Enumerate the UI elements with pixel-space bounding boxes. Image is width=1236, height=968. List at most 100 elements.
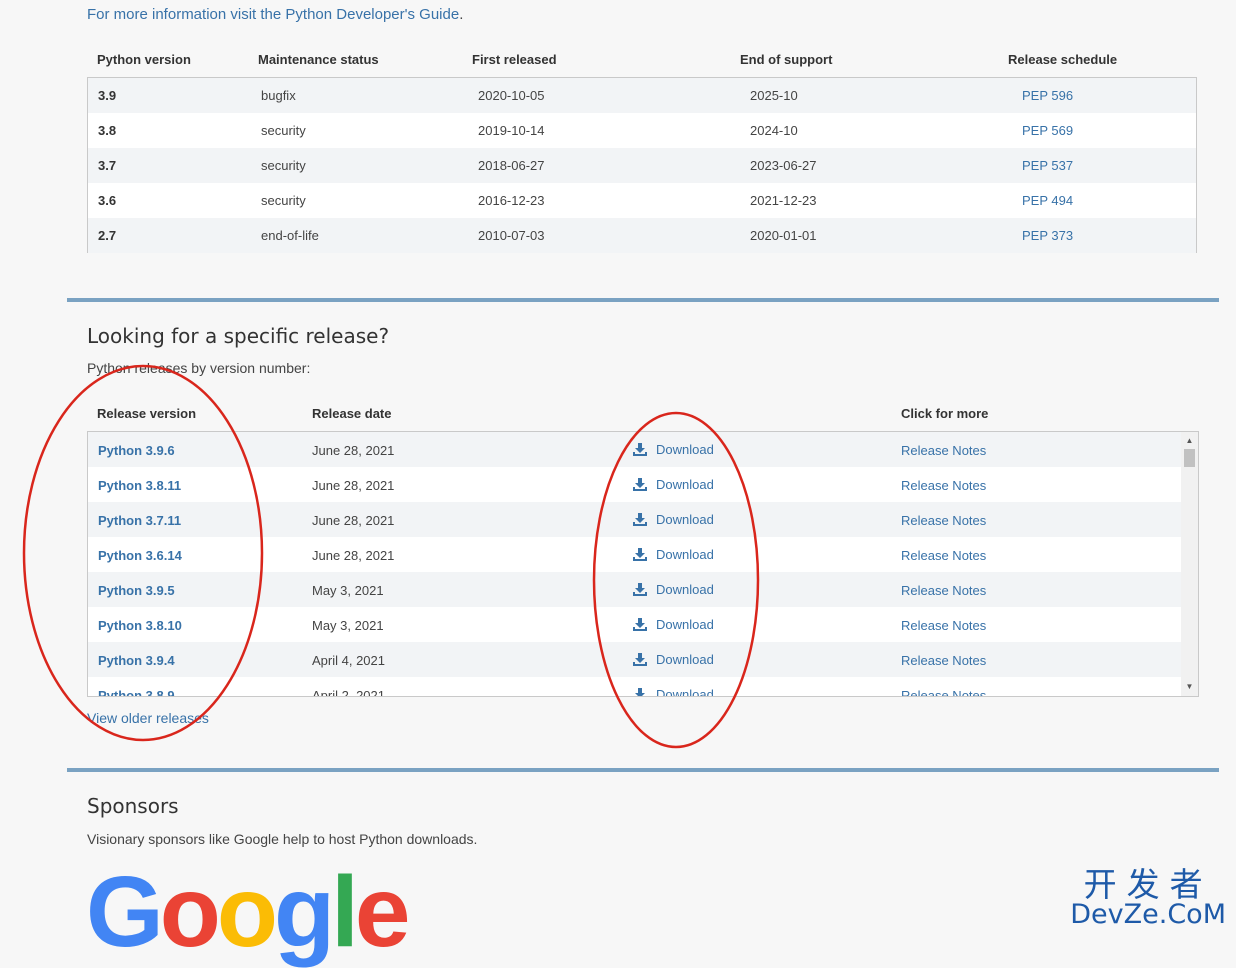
download-link[interactable]: Download [632, 442, 714, 457]
download-icon [633, 582, 647, 596]
google-logo-letter: l [331, 856, 359, 968]
scroll-down-arrow-icon[interactable]: ▼ [1181, 680, 1198, 694]
download-icon [635, 687, 645, 696]
dev-guide-link[interactable]: For more information visit the Python De… [87, 6, 459, 23]
google-logo-letter: G [86, 856, 164, 968]
header-click-for-more: Click for more [901, 406, 989, 421]
download-label: Download [656, 617, 714, 632]
release-schedule-link[interactable]: PEP 569 [1022, 123, 1073, 138]
section-divider [67, 298, 1219, 302]
list-item: Python 3.9.5 May 3, 2021 Download Releas… [88, 572, 1182, 607]
scrollbar-thumb[interactable] [1184, 449, 1195, 467]
maintenance-status: end-of-life [261, 228, 319, 243]
release-date: June 28, 2021 [312, 548, 395, 563]
scrollbar[interactable]: ▲ ▼ [1181, 432, 1198, 696]
google-logo[interactable]: Google [86, 862, 410, 962]
table-row: 2.7 end-of-life 2010-07-03 2020-01-01 PE… [88, 218, 1196, 253]
release-version-link[interactable]: Python 3.8.11 [98, 478, 181, 493]
release-notes-link[interactable]: Release Notes [901, 618, 986, 633]
download-icon [633, 442, 647, 456]
release-schedule-link[interactable]: PEP 494 [1022, 193, 1073, 208]
google-logo-letter: o [159, 856, 221, 968]
release-notes-link[interactable]: Release Notes [901, 653, 986, 668]
release-list[interactable]: Python 3.9.6 June 28, 2021 Download Rele… [87, 431, 1199, 697]
sponsors-text: Visionary sponsors like Google help to h… [87, 831, 478, 847]
release-schedule-link[interactable]: PEP 373 [1022, 228, 1073, 243]
release-schedule-link[interactable]: PEP 596 [1022, 88, 1073, 103]
list-item: Python 3.8.9 April 2, 2021 Download Rele… [88, 677, 1182, 697]
header-maintenance-status: Maintenance status [258, 52, 379, 67]
maintenance-table-body: 3.9 bugfix 2020-10-05 2025-10 PEP 596 3.… [87, 77, 1197, 253]
release-notes-link[interactable]: Release Notes [901, 688, 986, 696]
release-version-link[interactable]: Python 3.9.5 [98, 583, 175, 598]
release-notes-link[interactable]: Release Notes [901, 478, 986, 493]
maintenance-status: security [261, 158, 306, 173]
scroll-up-arrow-icon[interactable]: ▲ [1181, 434, 1198, 448]
release-date: June 28, 2021 [312, 478, 395, 493]
release-date: April 2, 2021 [312, 688, 385, 697]
maintenance-status: bugfix [261, 88, 296, 103]
download-label: Download [656, 477, 714, 492]
view-older-releases-link[interactable]: View older releases [87, 710, 209, 726]
release-version-link[interactable]: Python 3.7.11 [98, 513, 181, 528]
maintenance-status: security [261, 123, 306, 138]
list-item: Python 3.7.11 June 28, 2021 Download Rel… [88, 502, 1182, 537]
header-release-schedule: Release schedule [1008, 52, 1118, 67]
release-notes-link[interactable]: Release Notes [901, 548, 986, 563]
end-of-support: 2020-01-01 [750, 228, 817, 243]
table-row: 3.8 security 2019-10-14 2024-10 PEP 569 [88, 113, 1196, 148]
release-version-link[interactable]: Python 3.8.9 [98, 688, 175, 696]
download-link[interactable]: Download [632, 652, 714, 667]
release-date: May 3, 2021 [312, 583, 384, 598]
end-of-support: 2021-12-23 [750, 193, 817, 208]
end-of-support: 2025-10 [750, 88, 798, 103]
table-row: 3.9 bugfix 2020-10-05 2025-10 PEP 596 [88, 78, 1196, 113]
download-icon [633, 512, 647, 526]
release-version-link[interactable]: Python 3.6.14 [98, 548, 182, 563]
release-notes-link[interactable]: Release Notes [901, 583, 986, 598]
release-version-link[interactable]: Python 3.9.4 [98, 653, 175, 668]
download-icon [633, 477, 647, 491]
python-version: 3.9 [98, 88, 117, 103]
first-released: 2016-12-23 [478, 193, 545, 208]
header-python-version: Python version [97, 52, 191, 67]
download-icon [633, 617, 647, 631]
download-link[interactable]: Download [632, 512, 714, 527]
download-label: Download [656, 442, 714, 457]
table-row: 3.7 security 2018-06-27 2023-06-27 PEP 5… [88, 148, 1196, 183]
maintenance-status: security [261, 193, 306, 208]
section-divider [67, 768, 1219, 772]
python-version: 3.7 [98, 158, 117, 173]
download-link[interactable]: Download [632, 582, 714, 597]
google-logo-letter: g [273, 856, 335, 968]
download-link[interactable]: Download [632, 547, 714, 562]
download-link[interactable]: Download [632, 477, 714, 492]
release-date: June 28, 2021 [312, 513, 395, 528]
list-item: Python 3.8.11 June 28, 2021 Download Rel… [88, 467, 1182, 502]
download-link[interactable]: Download [632, 687, 714, 696]
dev-guide-info: For more information visit the Python De… [87, 6, 463, 23]
header-end-of-support: End of support [740, 52, 833, 67]
python-version: 3.6 [98, 193, 117, 208]
release-notes-link[interactable]: Release Notes [901, 513, 986, 528]
table-row: 3.6 security 2016-12-23 2021-12-23 PEP 4… [88, 183, 1196, 218]
python-version: 3.8 [98, 123, 117, 138]
first-released: 2019-10-14 [478, 123, 545, 138]
list-item: Python 3.6.14 June 28, 2021 Download Rel… [88, 537, 1182, 572]
release-notes-link[interactable]: Release Notes [901, 443, 986, 458]
google-logo-letter: o [216, 856, 278, 968]
sponsors-title: Sponsors [87, 794, 179, 818]
python-version: 2.7 [98, 228, 117, 243]
release-version-link[interactable]: Python 3.8.10 [98, 618, 182, 633]
download-icon [633, 652, 647, 666]
watermark-english: DevZe.CoM [1070, 899, 1226, 930]
site-watermark: 开发者 DevZe.CoM [1070, 868, 1226, 928]
release-schedule-link[interactable]: PEP 537 [1022, 158, 1073, 173]
header-first-released: First released [472, 52, 557, 67]
download-label: Download [656, 512, 714, 527]
watermark-chinese: 开发者 [1083, 865, 1213, 904]
download-label: Download [656, 582, 714, 597]
release-version-link[interactable]: Python 3.9.6 [98, 443, 175, 458]
download-link[interactable]: Download [632, 617, 714, 632]
list-item: Python 3.8.10 May 3, 2021 Download Relea… [88, 607, 1182, 642]
